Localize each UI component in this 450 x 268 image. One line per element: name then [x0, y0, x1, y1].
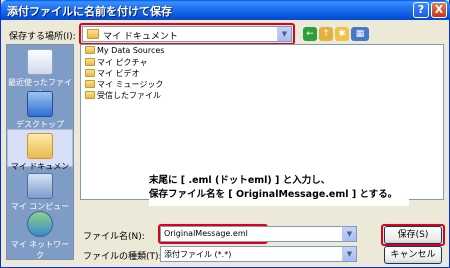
save-attachment-dialog: 添付ファイルに名前を付けて保存 ? X 保存する場所(I): マイ ドキュメント… — [0, 0, 450, 268]
list-item[interactable]: マイ ビデオ — [85, 68, 140, 79]
places-bar: 最近使ったファイル デスクトップ マイ ドキュメント マイ コンピュータ マイ … — [6, 44, 74, 260]
save-button[interactable]: 保存(S) — [384, 226, 442, 244]
chevron-down-icon[interactable]: ▼ — [342, 227, 356, 241]
view-menu-icon[interactable]: ▦ — [351, 27, 369, 41]
recent-files-icon — [27, 49, 53, 75]
up-folder-icon[interactable]: ↑ — [319, 27, 333, 41]
folder-icon — [85, 58, 95, 66]
cancel-button[interactable]: キャンセル — [384, 246, 442, 264]
my-documents-icon — [27, 133, 53, 159]
my-computer-icon — [27, 173, 53, 199]
my-documents-folder-icon — [87, 29, 99, 39]
list-item[interactable]: マイ ミュージック — [85, 79, 163, 90]
filename-input[interactable]: OriginalMessage.eml ▼ — [160, 226, 357, 242]
filename-value: OriginalMessage.eml — [164, 229, 248, 238]
folder-icon — [85, 69, 95, 77]
window-title: 添付ファイルに名前を付けて保存 — [7, 5, 172, 18]
new-folder-icon[interactable]: ✱ — [335, 27, 349, 41]
list-item[interactable]: My Data Sources — [85, 46, 164, 57]
list-item[interactable]: 受信したファイル — [85, 90, 161, 101]
my-network-icon — [27, 211, 53, 237]
folder-icon — [85, 80, 95, 88]
location-label: 保存する場所(I): — [9, 32, 76, 42]
callout-line-2: 保存ファイル名を [ OriginalMessage.eml ] とする。 — [149, 189, 398, 200]
list-item[interactable]: マイ ピクチャ — [85, 57, 147, 68]
file-name: My Data Sources — [97, 46, 165, 55]
chevron-down-icon[interactable]: ▼ — [342, 247, 356, 261]
callout-line-1: 末尾に [ .eml (ドットeml) ] と入力し、 — [149, 175, 331, 186]
file-name: マイ ピクチャ — [97, 58, 148, 67]
filetype-value: 添付ファイル (*.*) — [164, 250, 232, 259]
filetype-select[interactable]: 添付ファイル (*.*) ▼ — [160, 246, 357, 262]
file-name: マイ ミュージック — [97, 80, 164, 89]
title-bar[interactable]: 添付ファイルに名前を付けて保存 ? X — [1, 0, 450, 20]
chevron-down-icon[interactable]: ▼ — [277, 27, 291, 41]
file-name: マイ ビデオ — [97, 69, 140, 78]
filename-label: ファイル名(N): — [83, 232, 145, 242]
filetype-label: ファイルの種類(T): — [83, 252, 162, 262]
place-my-network[interactable]: マイ ネットワーク — [7, 211, 73, 261]
place-my-documents[interactable]: マイ ドキュメント — [7, 129, 73, 182]
help-button[interactable]: ? — [413, 2, 429, 18]
folder-icon — [85, 91, 95, 99]
instruction-callout: 末尾に [ .eml (ドットeml) ] と入力し、 保存ファイル名を [ O… — [149, 174, 409, 206]
file-name: 受信したファイル — [97, 91, 161, 100]
desktop-icon — [27, 91, 53, 117]
place-label: マイ ネットワーク — [10, 240, 70, 260]
place-label: デスクトップ — [16, 120, 64, 129]
place-desktop[interactable]: デスクトップ — [7, 91, 73, 130]
close-button[interactable]: X — [431, 2, 447, 18]
location-value: マイ ドキュメント — [103, 32, 178, 42]
folder-icon — [85, 46, 95, 54]
back-icon[interactable]: ← — [303, 27, 317, 41]
location-select[interactable]: マイ ドキュメント ▼ — [82, 26, 292, 42]
